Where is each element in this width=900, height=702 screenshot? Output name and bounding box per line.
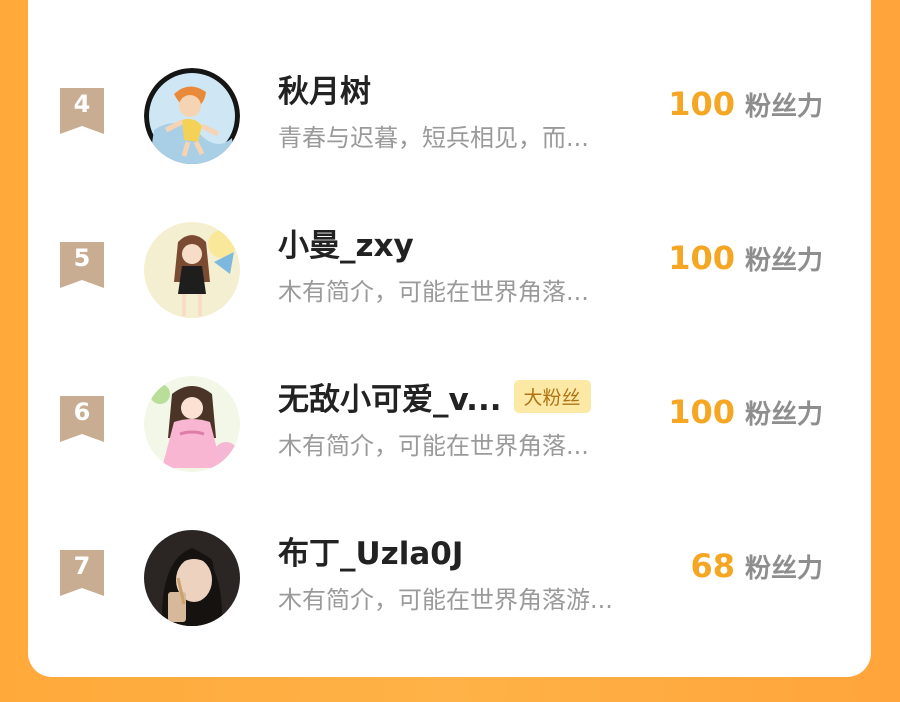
fan-power-score: 100 粉丝力 xyxy=(668,393,823,437)
rank-ribbon: 7 xyxy=(60,550,104,596)
avatar[interactable] xyxy=(144,530,240,626)
fan-power-score: 68 粉丝力 xyxy=(690,547,823,591)
fan-power-score: 100 粉丝力 xyxy=(668,239,823,283)
fan-power-score: 100 粉丝力 xyxy=(668,85,823,129)
score-value: 100 xyxy=(668,239,735,277)
rank-number: 4 xyxy=(73,90,91,118)
super-fan-badge: 大粉丝 xyxy=(513,379,591,413)
ranking-row[interactable]: 5 小曼_zxy 木有简介，可能在世界角落... 100 粉丝力 xyxy=(28,209,871,329)
ranking-row[interactable]: 4 秋月树 青春与迟暮，短兵相见，而... 100 粉丝力 xyxy=(28,55,871,175)
avatar[interactable] xyxy=(144,376,240,472)
score-unit: 粉丝力 xyxy=(744,92,823,122)
ranking-row[interactable]: 6 无敌小可爱_v... 大粉丝 木有简介，可能在世界角落... 100 粉丝力 xyxy=(28,363,871,483)
score-unit: 粉丝力 xyxy=(744,400,823,430)
score-unit: 粉丝力 xyxy=(744,246,823,276)
user-name[interactable]: 小曼_zxy xyxy=(278,220,414,265)
rank-ribbon: 5 xyxy=(60,242,104,288)
user-bio: 木有简介，可能在世界角落... xyxy=(278,432,589,460)
user-bio: 青春与迟暮，短兵相见，而... xyxy=(278,124,589,152)
score-value: 68 xyxy=(690,547,735,585)
user-name[interactable]: 布丁_Uzla0J xyxy=(278,528,463,573)
rank-number: 6 xyxy=(73,398,91,426)
fan-ranking-card: 4 秋月树 青春与迟暮，短兵相见，而... 100 粉丝力 5 小曼_zxy 木… xyxy=(28,0,871,677)
avatar[interactable] xyxy=(144,68,240,164)
score-unit: 粉丝力 xyxy=(744,554,823,584)
rank-number: 5 xyxy=(73,244,91,272)
score-value: 100 xyxy=(668,393,735,431)
user-bio: 木有简介，可能在世界角落游... xyxy=(278,586,613,614)
score-value: 100 xyxy=(668,85,735,123)
rank-ribbon: 4 xyxy=(60,88,104,134)
ranking-row[interactable]: 7 布丁_Uzla0J 木有简介，可能在世界角落游... 68 粉丝力 xyxy=(28,517,871,637)
avatar[interactable] xyxy=(144,222,240,318)
user-name[interactable]: 无敌小可爱_v... xyxy=(278,374,502,419)
rank-ribbon: 6 xyxy=(60,396,104,442)
rank-number: 7 xyxy=(73,552,91,580)
user-bio: 木有简介，可能在世界角落... xyxy=(278,278,589,306)
user-name[interactable]: 秋月树 xyxy=(278,66,371,111)
